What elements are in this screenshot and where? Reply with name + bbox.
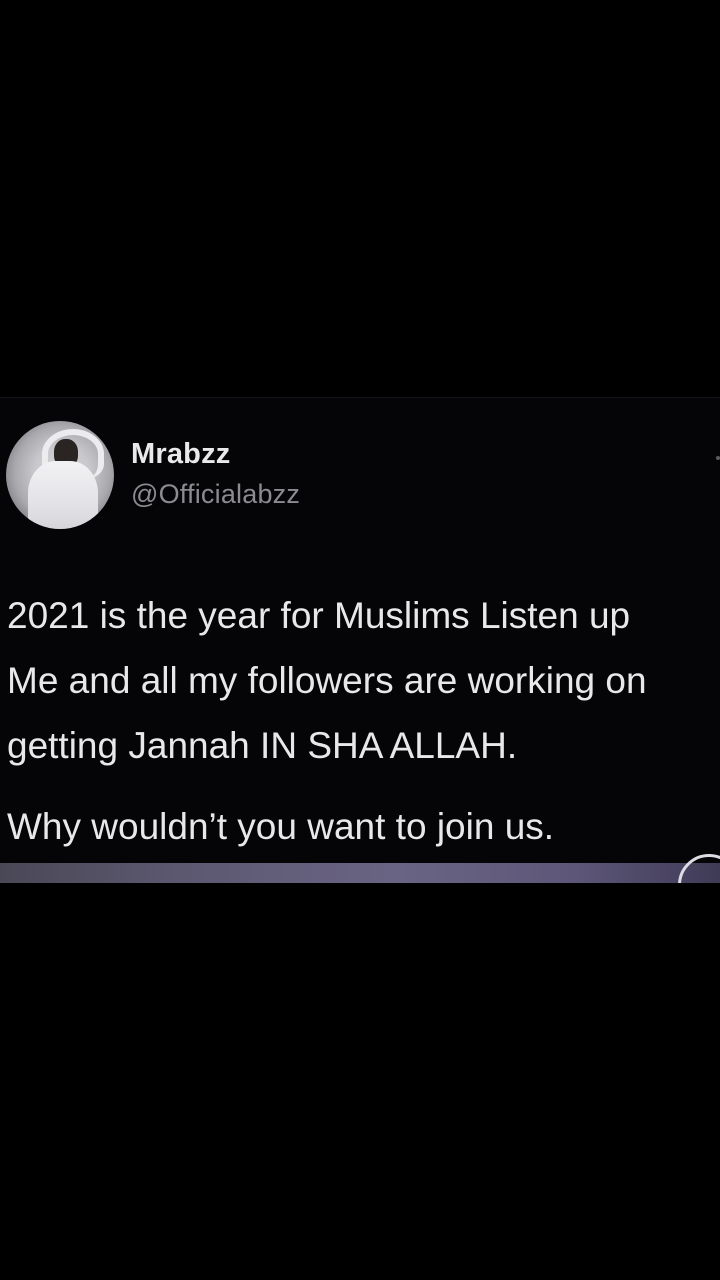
tweet-paragraph-2: Why wouldn’t you want to join us. [7,806,555,847]
more-options-icon[interactable] [716,456,720,460]
display-name[interactable]: Mrabzz [131,438,231,471]
card-bottom-strip [0,863,720,883]
tweet-line-3: getting Jannah IN SHA ALLAH. [7,725,518,766]
tweet-line-1: 2021 is the year for Muslims Listen up [7,595,631,636]
tweet-line-2: Me and all my followers are working on [7,660,647,701]
tweet-text: 2021 is the year for Muslims Listen up M… [7,583,720,859]
avatar-body-shape [28,461,98,529]
user-handle[interactable]: @Officialabzz [131,479,300,510]
avatar[interactable] [6,421,114,529]
tweet-card[interactable]: Mrabzz @Officialabzz 2021 is the year fo… [0,397,720,883]
screen: Mrabzz @Officialabzz 2021 is the year fo… [0,0,720,1280]
tweet-paragraph-1: 2021 is the year for Muslims Listen up M… [7,583,720,778]
